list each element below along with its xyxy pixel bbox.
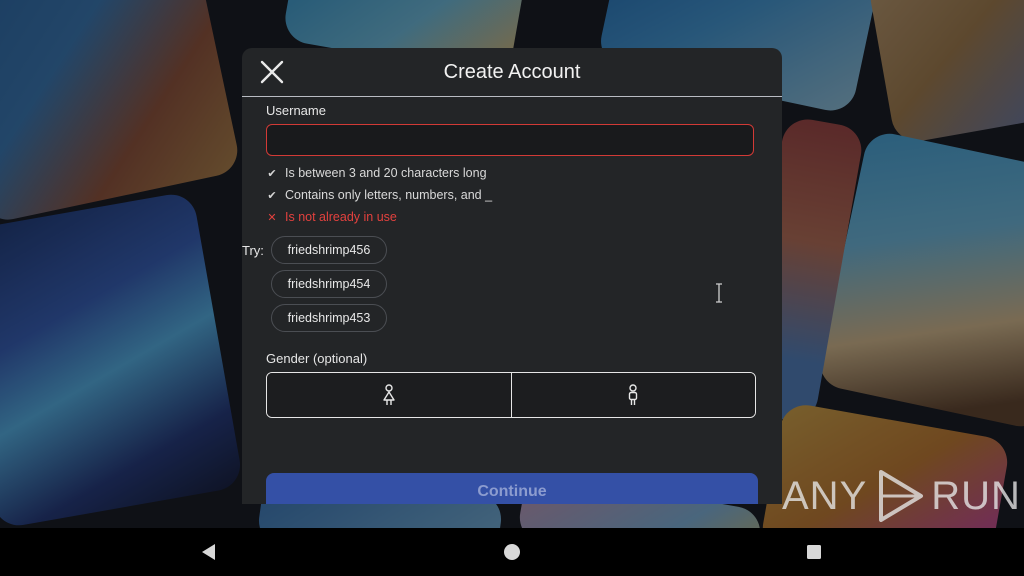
- username-suggestion-chip[interactable]: friedshrimp454: [271, 270, 387, 298]
- username-suggestion-chip[interactable]: friedshrimp453: [271, 304, 387, 332]
- username-label: Username: [266, 103, 326, 118]
- check-icon: ✔: [267, 167, 277, 180]
- gender-selector: [266, 372, 756, 418]
- gender-female-button[interactable]: [267, 373, 511, 417]
- rule-text: Is not already in use: [285, 210, 397, 224]
- username-suggestion-chip[interactable]: friedshrimp456: [271, 236, 387, 264]
- home-circle-icon[interactable]: [501, 541, 523, 563]
- watermark-text-right: RUN: [931, 473, 1021, 518]
- create-account-dialog: Create Account Username ✔ Is between 3 a…: [242, 48, 782, 504]
- username-rule-length: ✔ Is between 3 and 20 characters long: [266, 166, 487, 180]
- text-cursor-icon: [716, 283, 722, 303]
- watermark-text-left: ANY: [782, 473, 868, 518]
- rule-text: Is between 3 and 20 characters long: [285, 166, 487, 180]
- continue-button[interactable]: Continue: [266, 473, 758, 504]
- play-logo-icon: [879, 470, 924, 522]
- username-rule-characters: ✔ Contains only letters, numbers, and _: [266, 188, 492, 202]
- android-navigation-bar: [0, 528, 1024, 576]
- username-input[interactable]: [266, 124, 754, 156]
- gender-male-button[interactable]: [510, 373, 755, 417]
- anyrun-watermark: ANY RUN: [782, 466, 1021, 526]
- dialog-title: Create Account: [443, 61, 581, 83]
- gender-label: Gender (optional): [266, 351, 368, 366]
- recents-square-icon[interactable]: [803, 541, 825, 563]
- username-rule-availability: ✕ Is not already in use: [266, 210, 397, 224]
- female-person-icon: [383, 384, 395, 405]
- cross-icon: ✕: [267, 211, 277, 224]
- suggestions-label: Try:: [242, 243, 264, 258]
- dialog-header: Create Account: [242, 48, 782, 97]
- male-person-icon: [629, 384, 638, 405]
- check-icon: ✔: [267, 189, 277, 202]
- rule-text: Contains only letters, numbers, and _: [285, 188, 493, 202]
- back-triangle-icon[interactable]: [198, 541, 220, 563]
